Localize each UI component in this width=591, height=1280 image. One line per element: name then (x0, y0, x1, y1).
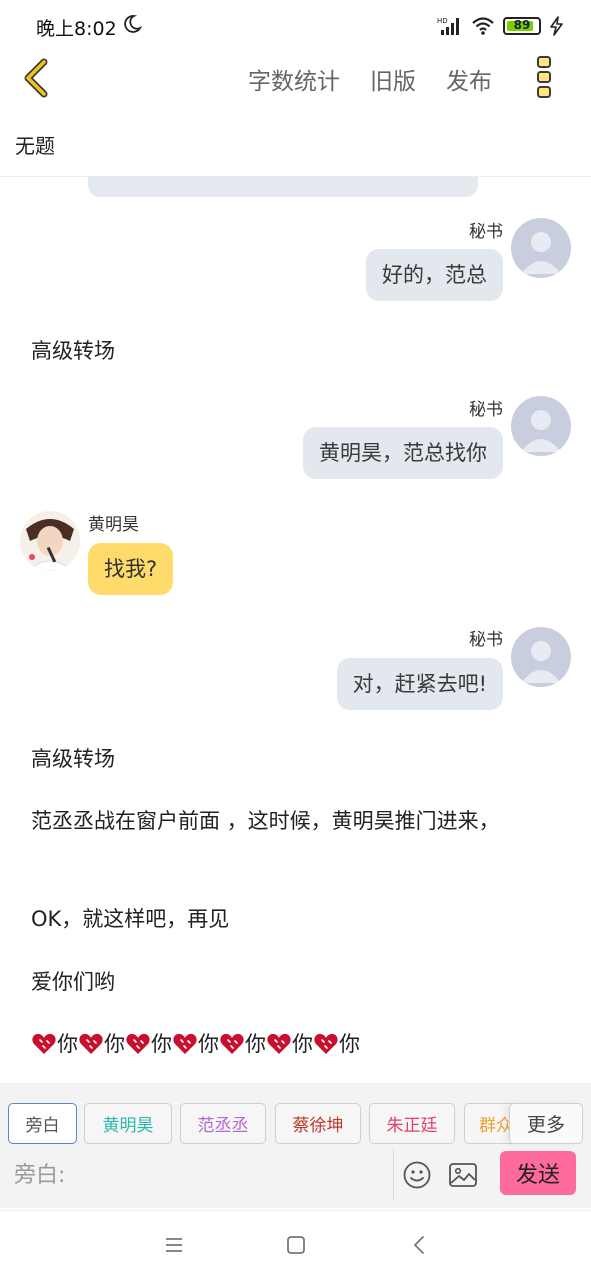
role-tab[interactable]: 蔡徐坤 (275, 1103, 361, 1144)
default-avatar-icon (521, 232, 561, 274)
avatar[interactable] (20, 511, 80, 571)
heart-icon (126, 1033, 150, 1054)
more-roles-button[interactable]: 更多 (509, 1103, 583, 1144)
heart-icon (314, 1033, 338, 1054)
narration-text[interactable]: 高级转场 (31, 742, 115, 776)
speaker-name: 黄明昊 (88, 515, 139, 535)
speaker-name: 秘书 (469, 630, 503, 650)
network-label: HD (437, 17, 448, 25)
moon-icon (124, 15, 142, 33)
word-count-button[interactable]: 字数统计 (248, 62, 340, 96)
heart-icon (32, 1033, 56, 1054)
message-input[interactable] (6, 1149, 394, 1201)
narration-text[interactable]: 你你你你你你你 (31, 1027, 360, 1061)
heart-line-text: 你 (292, 1032, 313, 1056)
old-version-button[interactable]: 旧版 (370, 62, 416, 96)
heart-icon (173, 1033, 197, 1054)
status-icons: HD 89 (437, 14, 565, 38)
role-tab[interactable]: 黄明昊 (84, 1103, 172, 1144)
status-bar: 晚上8:02 HD 89 (0, 0, 591, 52)
charging-icon (550, 16, 563, 36)
avatar[interactable] (511, 627, 571, 687)
default-avatar-icon (521, 410, 561, 452)
role-tab-narrator[interactable]: 旁白 (8, 1103, 77, 1144)
avatar[interactable] (511, 218, 571, 278)
emoji-icon[interactable] (402, 1160, 432, 1190)
back-icon[interactable] (408, 1233, 432, 1257)
heart-line-text: 你 (339, 1032, 360, 1056)
heart-line-text: 你 (104, 1032, 125, 1056)
speaker-name: 秘书 (469, 400, 503, 420)
chevron-left-icon[interactable] (20, 56, 52, 100)
message-bubble[interactable] (88, 177, 478, 197)
heart-line-text: 你 (198, 1032, 219, 1056)
document-title[interactable]: 无题 (15, 130, 55, 159)
role-tab[interactable]: 朱正廷 (369, 1103, 455, 1144)
profile-photo-icon (20, 511, 80, 571)
signal-icon: HD (437, 17, 459, 35)
battery-label: 89 (513, 18, 531, 32)
home-icon[interactable] (284, 1233, 308, 1257)
system-nav-bar (0, 1210, 591, 1280)
top-toolbar: 字数统计 旧版 发布 (0, 52, 591, 104)
message-bubble[interactable]: 好的，范总 (366, 249, 503, 301)
narration-text[interactable]: OK，就这样吧，再见 (31, 902, 229, 936)
heart-line-text: 你 (57, 1032, 78, 1056)
publish-button[interactable]: 发布 (446, 62, 492, 96)
heart-icon (267, 1033, 291, 1054)
input-row: 发送 (0, 1149, 591, 1201)
input-panel: 旁白 黄明昊 范丞丞 蔡徐坤 朱正廷 群众 更多 发送 (0, 1083, 591, 1208)
vertical-dots-icon[interactable] (534, 54, 554, 100)
battery-icon: 89 (503, 17, 541, 35)
image-icon[interactable] (448, 1161, 478, 1189)
wifi-icon (472, 17, 494, 35)
narration-text[interactable]: 范丞丞战在窗户前面 ，这时候，黄明昊推门进来， (31, 804, 531, 838)
heart-icon (220, 1033, 244, 1054)
send-button[interactable]: 发送 (500, 1151, 576, 1195)
default-avatar-icon (521, 641, 561, 683)
narration-text[interactable]: 爱你们哟 (31, 965, 115, 999)
speaker-name: 秘书 (469, 222, 503, 242)
chat-area[interactable]: 秘书 好的，范总 高级转场 秘书 黄明昊，范总找你 黄明昊 找我? 秘书 对，赶… (0, 177, 591, 1083)
heart-icon (79, 1033, 103, 1054)
heart-line-text: 你 (151, 1032, 172, 1056)
heart-line-text: 你 (245, 1032, 266, 1056)
status-time: 晚上8:02 (36, 18, 117, 40)
avatar[interactable] (511, 396, 571, 456)
narration-text[interactable]: 高级转场 (31, 334, 115, 368)
message-bubble[interactable]: 对，赶紧去吧! (336, 658, 503, 710)
message-bubble[interactable]: 找我? (88, 543, 174, 595)
menu-icon[interactable] (162, 1233, 186, 1257)
role-tab[interactable]: 范丞丞 (180, 1103, 266, 1144)
message-bubble[interactable]: 黄明昊，范总找你 (303, 427, 503, 479)
